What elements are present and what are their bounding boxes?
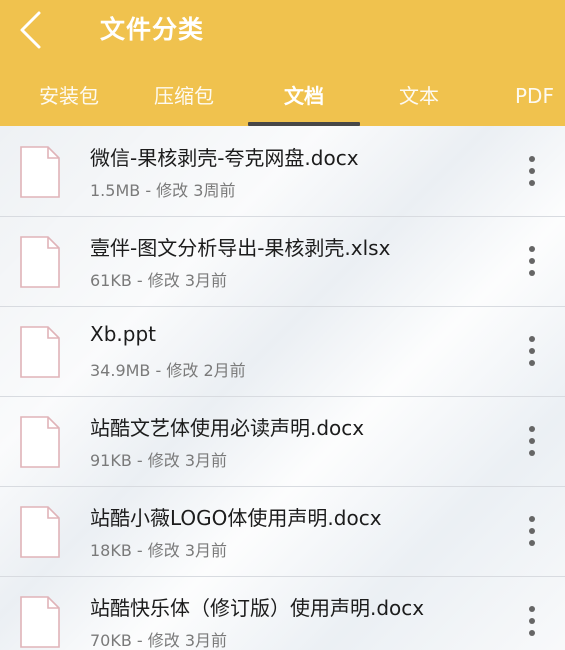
file-row[interactable]: 微信-果核剥壳-夸克网盘.docx 1.5MB - 修改 3周前 bbox=[0, 126, 565, 217]
more-vertical-icon bbox=[529, 156, 535, 186]
document-icon bbox=[20, 146, 60, 198]
more-options-button[interactable] bbox=[515, 241, 549, 281]
file-meta: 1.5MB - 修改 3周前 bbox=[90, 181, 236, 200]
more-options-button[interactable] bbox=[515, 331, 549, 371]
file-meta: 18KB - 修改 3月前 bbox=[90, 541, 228, 560]
file-meta: 61KB - 修改 3月前 bbox=[90, 271, 228, 290]
document-icon bbox=[20, 506, 60, 558]
chevron-left-icon bbox=[20, 11, 41, 49]
file-name: 微信-果核剥壳-夸克网盘.docx bbox=[90, 146, 359, 170]
more-options-button[interactable] bbox=[515, 421, 549, 461]
tab-archive[interactable]: 压缩包 bbox=[129, 76, 239, 126]
more-vertical-icon bbox=[529, 426, 535, 456]
document-icon bbox=[20, 596, 60, 648]
file-name: 站酷小薇LOGO体使用声明.docx bbox=[90, 506, 382, 530]
tab-text[interactable]: 文本 bbox=[364, 76, 474, 126]
document-icon bbox=[20, 416, 60, 468]
tab-installer[interactable]: 安装包 bbox=[14, 76, 124, 126]
file-row[interactable]: Xb.ppt 34.9MB - 修改 2月前 bbox=[0, 306, 565, 397]
file-row[interactable]: 站酷文艺体使用必读声明.docx 91KB - 修改 3月前 bbox=[0, 396, 565, 487]
file-meta: 34.9MB - 修改 2月前 bbox=[90, 361, 246, 380]
file-row[interactable]: 站酷快乐体（修订版）使用声明.docx 70KB - 修改 3月前 bbox=[0, 576, 565, 650]
tab-pdf[interactable]: PDF bbox=[483, 76, 565, 126]
file-name: 壹伴-图文分析导出-果核剥壳.xlsx bbox=[90, 236, 391, 260]
file-name: Xb.ppt bbox=[90, 322, 156, 346]
file-row[interactable]: 站酷小薇LOGO体使用声明.docx 18KB - 修改 3月前 bbox=[0, 486, 565, 577]
file-list: 微信-果核剥壳-夸克网盘.docx 1.5MB - 修改 3周前 壹伴-图文分析… bbox=[0, 126, 565, 650]
more-options-button[interactable] bbox=[515, 511, 549, 551]
category-tabs: 安装包 压缩包 文档 文本 PDF bbox=[0, 76, 565, 126]
file-row[interactable]: 壹伴-图文分析导出-果核剥壳.xlsx 61KB - 修改 3月前 bbox=[0, 216, 565, 307]
more-vertical-icon bbox=[529, 606, 535, 636]
file-name: 站酷快乐体（修订版）使用声明.docx bbox=[90, 596, 425, 620]
back-button[interactable] bbox=[8, 6, 52, 54]
more-options-button[interactable] bbox=[515, 151, 549, 191]
file-meta: 91KB - 修改 3月前 bbox=[90, 451, 228, 470]
file-name: 站酷文艺体使用必读声明.docx bbox=[90, 416, 365, 440]
more-options-button[interactable] bbox=[515, 601, 549, 641]
more-vertical-icon bbox=[529, 516, 535, 546]
tab-documents[interactable]: 文档 bbox=[249, 76, 359, 126]
more-vertical-icon bbox=[529, 246, 535, 276]
page-title: 文件分类 bbox=[100, 15, 205, 44]
document-icon bbox=[20, 236, 60, 288]
file-meta: 70KB - 修改 3月前 bbox=[90, 631, 228, 650]
document-icon bbox=[20, 326, 60, 378]
app-header: 文件分类 安装包 压缩包 文档 文本 PDF bbox=[0, 0, 565, 126]
more-vertical-icon bbox=[529, 336, 535, 366]
